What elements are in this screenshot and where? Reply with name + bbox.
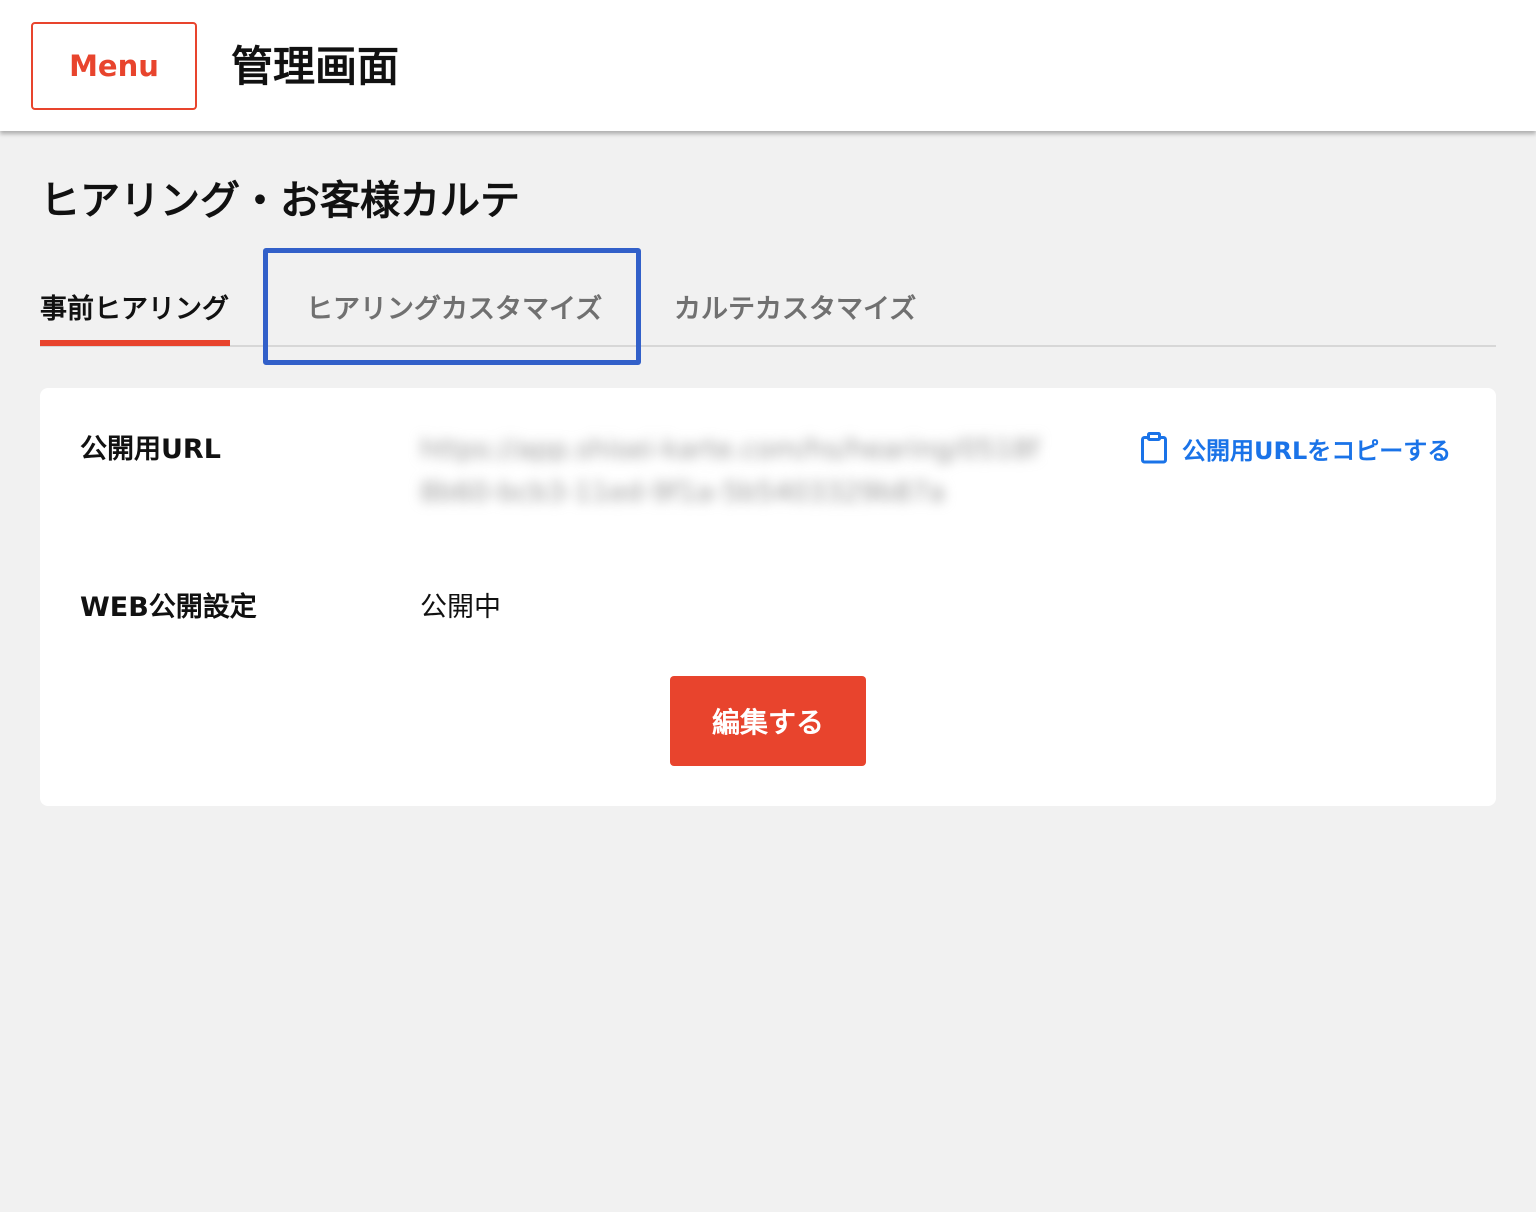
public-url-value: https://app.shisei-karte.com/hs/hearing/… xyxy=(420,434,1039,508)
app-header: Menu 管理画面 xyxy=(0,0,1536,131)
tab-karte-customize[interactable]: カルテカスタマイズ xyxy=(674,280,916,344)
clipboard-icon xyxy=(1141,432,1167,464)
tab-hearing-customize[interactable]: ヒアリングカスタマイズ xyxy=(306,280,602,344)
public-url-label: 公開用URL xyxy=(80,434,221,465)
edit-button[interactable]: 編集する xyxy=(670,676,866,766)
app-title: 管理画面 xyxy=(231,42,400,91)
active-tab-indicator xyxy=(40,340,230,346)
page-title: ヒアリング・お客様カルテ xyxy=(40,178,520,224)
tab-pre-hearing[interactable]: 事前ヒアリング xyxy=(40,280,230,346)
web-publish-status: 公開中 xyxy=(420,592,501,623)
tab-bar: 事前ヒアリング ヒアリングカスタマイズ カルテカスタマイズ xyxy=(40,250,1496,347)
tab-label: 事前ヒアリング xyxy=(40,294,229,325)
settings-card: 公開用URL https://app.shisei-karte.com/hs/h… xyxy=(40,388,1496,806)
tab-label: カルテカスタマイズ xyxy=(674,294,917,325)
copy-url-label: 公開用URLをコピーする xyxy=(1182,436,1452,465)
web-publish-label: WEB公開設定 xyxy=(80,592,257,623)
menu-button[interactable]: Menu xyxy=(31,22,197,110)
tab-label: ヒアリングカスタマイズ xyxy=(306,294,603,325)
copy-url-link[interactable]: 公開用URLをコピーする xyxy=(1140,428,1451,468)
